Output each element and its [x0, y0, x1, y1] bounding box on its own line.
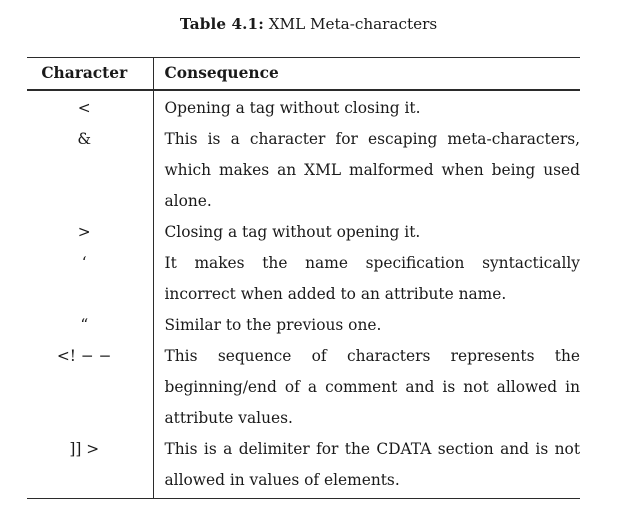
column-header-character: Character: [27, 58, 154, 90]
cell-character: >: [27, 216, 154, 248]
table-row: ]] > This is a delimiter for the CDATA s…: [27, 433, 581, 498]
column-header-consequence: Consequence: [164, 64, 279, 83]
metacharacter-glyph: >: [77, 222, 91, 241]
xml-metacharacters-table-body: < Opening a tag without closing it. & Th…: [27, 90, 581, 498]
metacharacter-glyph: <: [77, 98, 91, 117]
consequence-text: This is a character for escaping meta-ch…: [164, 129, 581, 210]
table-caption: Table 4.1: XML Meta-characters: [0, 14, 617, 34]
consequence-text: It makes the name specification syntacti…: [164, 253, 581, 303]
cell-character: ‘: [27, 247, 154, 310]
table-row: < Opening a tag without closing it.: [27, 90, 580, 124]
cell-consequence: This is a character for escaping meta-ch…: [153, 124, 581, 217]
table-row: “ Similar to the previous one.: [27, 309, 580, 341]
table-header: Character Consequence: [27, 58, 580, 90]
cell-consequence: Closing a tag without opening it.: [153, 217, 580, 248]
cell-consequence: It makes the name specification syntacti…: [153, 248, 581, 310]
cell-consequence: Similar to the previous one.: [153, 310, 580, 341]
consequence-text: Similar to the previous one.: [164, 315, 382, 334]
consequence-text: This is a delimiter for the CDATA sectio…: [164, 439, 581, 489]
cell-consequence: Opening a tag without closing it.: [153, 91, 580, 124]
consequence-text: This sequence of characters represents t…: [164, 346, 581, 427]
cell-character: “: [27, 309, 154, 341]
table-bottom-rule: [27, 497, 580, 499]
table-container: Character Consequence < Opening a tag wi…: [27, 57, 580, 499]
table-row: ‘ It makes the name specification syntac…: [27, 247, 581, 310]
consequence-text: Closing a tag without opening it.: [164, 222, 421, 241]
table-row: <! − − This sequence of characters repre…: [27, 340, 581, 434]
cell-consequence: This is a delimiter for the CDATA sectio…: [153, 434, 581, 498]
cell-character: ]] >: [27, 433, 154, 498]
table-row: & This is a character for escaping meta-…: [27, 123, 581, 217]
table-header-row: Character Consequence: [27, 58, 580, 90]
cell-character: <! − −: [27, 340, 154, 434]
caption-label: Table 4.1:: [179, 15, 264, 33]
cell-character: <: [27, 90, 154, 124]
table-body: < Opening a tag without closing it. & Th…: [27, 90, 581, 498]
table-row: > Closing a tag without opening it.: [27, 216, 580, 248]
metacharacter-glyph: ‘: [81, 253, 87, 272]
table-figure: Table 4.1: XML Meta-characters Character…: [0, 0, 617, 507]
metacharacter-glyph: <! − −: [56, 346, 112, 365]
cell-character: &: [27, 123, 154, 217]
caption-text: XML Meta-characters: [268, 15, 438, 33]
metacharacter-glyph: ]] >: [69, 439, 100, 458]
xml-metacharacters-table: Character Consequence: [27, 58, 580, 90]
consequence-text: Opening a tag without closing it.: [164, 98, 421, 117]
metacharacter-glyph: “: [80, 315, 89, 334]
metacharacter-glyph: &: [77, 129, 92, 148]
cell-consequence: This sequence of characters represents t…: [153, 341, 581, 434]
